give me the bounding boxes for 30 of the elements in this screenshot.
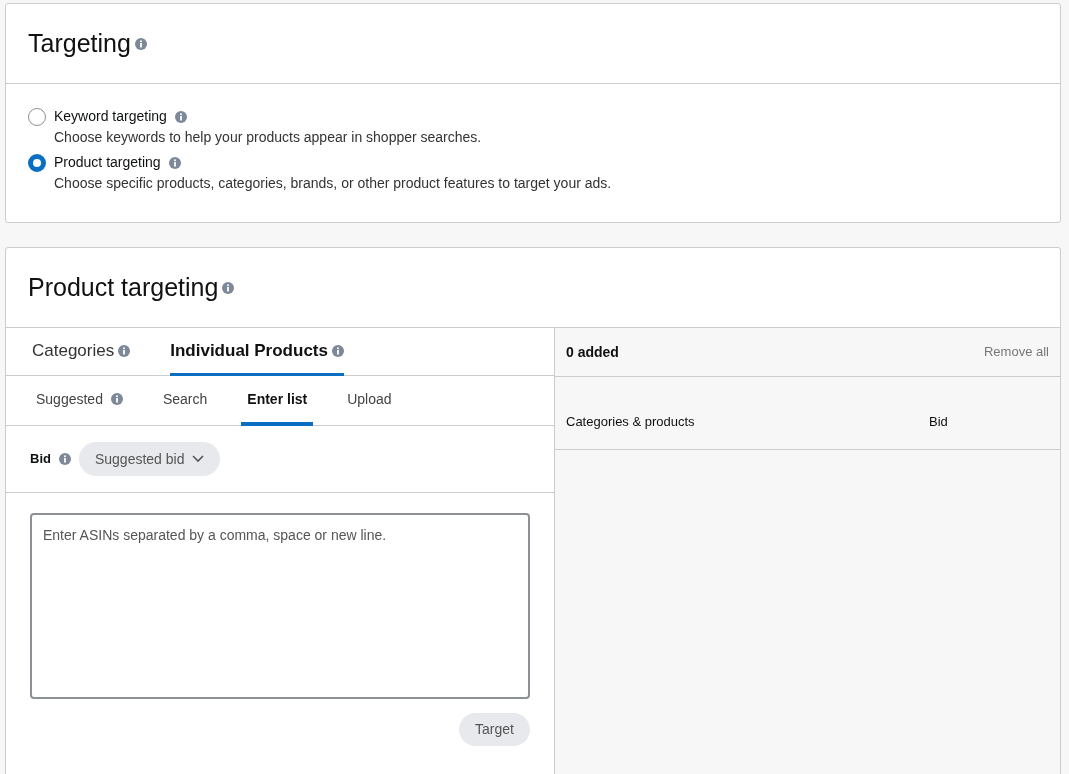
added-count: 0 added bbox=[566, 342, 619, 362]
column-header: Bid bbox=[929, 412, 948, 431]
option-description: Choose specific products, categories, brands, or other product features to target your ads. bbox=[54, 174, 613, 193]
bid-dropdown[interactable]: Suggested bid bbox=[78, 442, 221, 476]
radio-button[interactable] bbox=[28, 153, 46, 172]
subtab[interactable]: Search bbox=[156, 376, 214, 426]
info-icon[interactable] bbox=[134, 37, 147, 50]
subtab[interactable]: Upload bbox=[341, 376, 398, 426]
card-title: Targeting bbox=[28, 27, 131, 59]
info-icon[interactable] bbox=[168, 156, 181, 169]
subtab[interactable]: Suggested bbox=[30, 376, 129, 426]
remove-all-link[interactable]: Remove all bbox=[983, 342, 1049, 362]
info-icon[interactable] bbox=[222, 281, 235, 294]
info-icon[interactable] bbox=[118, 344, 131, 357]
radio-button[interactable] bbox=[28, 107, 46, 126]
info-icon[interactable] bbox=[174, 110, 187, 123]
card-title: Product targeting bbox=[28, 271, 219, 303]
asin-field[interactable]: Enter ASINs separated by a comma, space or new line. bbox=[30, 513, 530, 699]
info-icon[interactable] bbox=[110, 393, 123, 405]
tab[interactable]: Categories bbox=[32, 328, 131, 376]
option-description: Choose keywords to help your products appear in shopper searches. bbox=[54, 128, 483, 147]
bid-label: Bid bbox=[30, 450, 51, 469]
chevron-down-icon bbox=[192, 455, 205, 463]
tab[interactable]: Individual Products bbox=[170, 328, 344, 376]
option-label[interactable]: Product targeting bbox=[54, 152, 161, 173]
info-icon[interactable] bbox=[331, 344, 344, 357]
option-label[interactable]: Keyword targeting bbox=[54, 106, 167, 127]
info-icon[interactable] bbox=[58, 453, 71, 465]
subtab[interactable]: Enter list bbox=[241, 376, 314, 426]
column-header: Categories & products bbox=[566, 412, 696, 431]
